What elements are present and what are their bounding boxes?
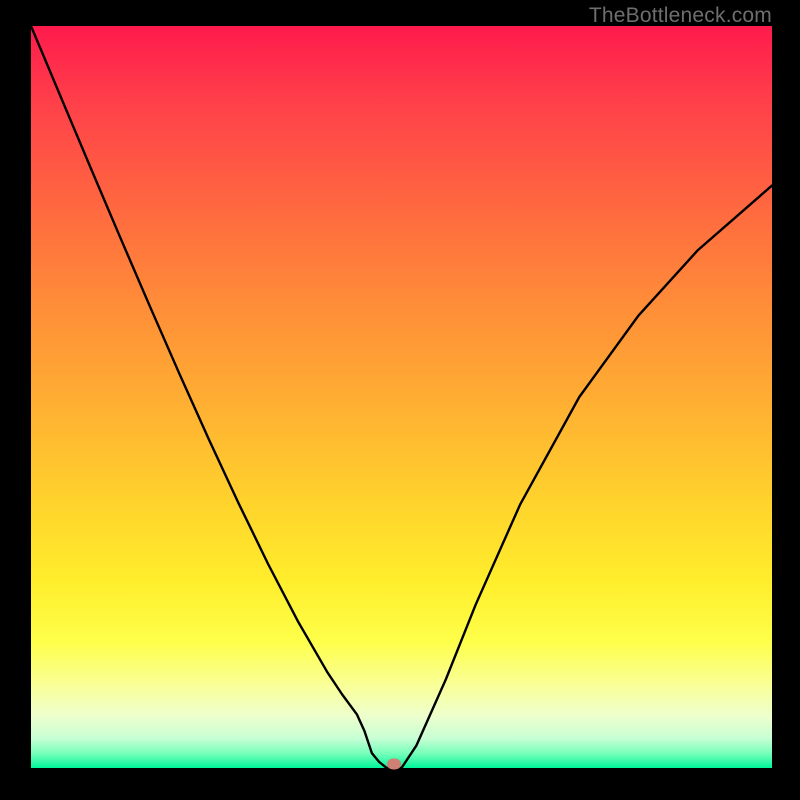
plot-area — [31, 26, 772, 768]
bottleneck-curve — [31, 26, 772, 768]
watermark-text: TheBottleneck.com — [589, 4, 772, 28]
chart-frame: TheBottleneck.com — [0, 0, 800, 800]
minimum-point-marker — [387, 759, 401, 770]
